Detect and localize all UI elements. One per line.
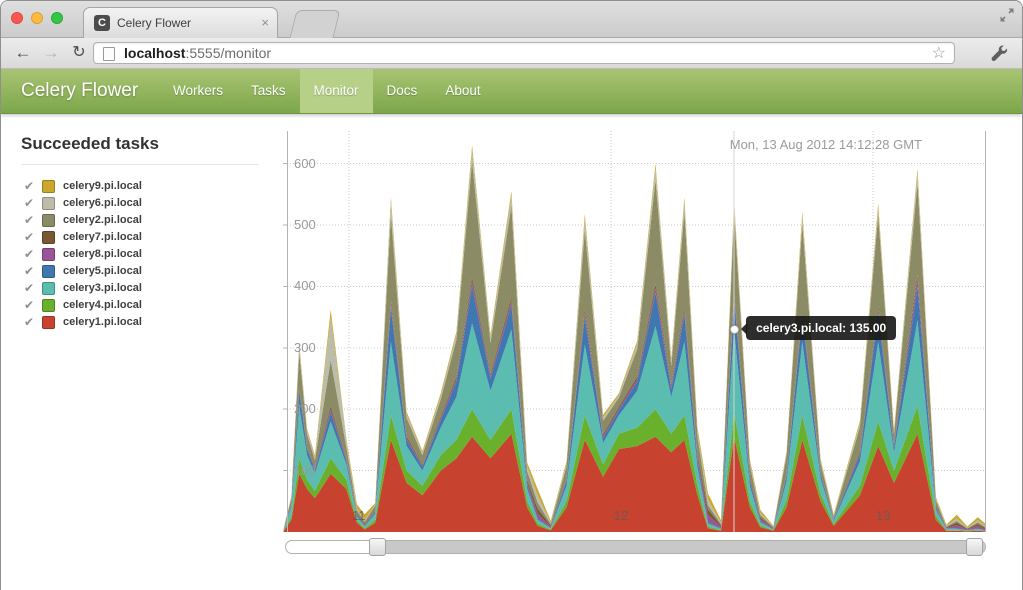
check-icon: ✔ [24,263,38,280]
legend-item[interactable]: ✔ celery1.pi.local [24,314,142,331]
url-text: localhost:5555/monitor [124,45,271,61]
browser-toolbar: ← → ↻ localhost:5555/monitor ☆ [1,38,1022,69]
url-host: localhost [124,45,185,61]
forward-button[interactable]: → [39,41,63,65]
y-axis-tick-label: 200 [294,401,316,416]
browser-tab[interactable]: C Celery Flower × [83,7,278,38]
back-button[interactable]: ← [11,41,35,65]
check-icon: ✔ [24,229,38,246]
nav-item-about[interactable]: About [431,69,494,113]
legend-label: celery8.pi.local [63,246,142,263]
slider-left-handle[interactable] [369,538,386,556]
check-icon: ✔ [24,212,38,229]
fullscreen-icon[interactable] [998,6,1016,24]
page-icon [103,47,115,61]
legend-color-swatch [42,214,55,227]
legend-label: celery7.pi.local [63,229,142,246]
legend-item[interactable]: ✔ celery6.pi.local [24,195,142,212]
nav-item-tasks[interactable]: Tasks [237,69,300,113]
legend-label: celery3.pi.local [63,280,142,297]
nav-item-workers[interactable]: Workers [159,69,237,113]
legend-label: celery2.pi.local [63,212,142,229]
page-title: Succeeded tasks [21,134,159,154]
tab-strip: C Celery Flower × [1,1,1022,38]
y-axis-tick-label: 400 [294,278,316,293]
legend-label: celery5.pi.local [63,263,142,280]
legend-item[interactable]: ✔ celery5.pi.local [24,263,142,280]
check-icon: ✔ [24,314,38,331]
favicon: C [94,15,110,31]
wrench-menu-icon[interactable] [990,44,1008,62]
heading-divider [21,164,259,165]
legend-item[interactable]: ✔ celery4.pi.local [24,297,142,314]
legend-item[interactable]: ✔ celery8.pi.local [24,246,142,263]
legend-item[interactable]: ✔ celery3.pi.local [24,280,142,297]
legend-color-swatch [42,197,55,210]
legend-color-swatch [42,180,55,193]
legend-color-swatch [42,299,55,312]
legend-label: celery1.pi.local [63,314,142,331]
chart-tooltip: celery3.pi.local: 135.00 [746,316,896,340]
legend-item[interactable]: ✔ celery2.pi.local [24,212,142,229]
bookmark-star-icon[interactable]: ☆ [932,43,946,64]
brand-title[interactable]: Celery Flower [21,69,138,113]
time-range-slider[interactable] [285,540,986,554]
y-axis-tick-label: 300 [294,340,316,355]
app-navbar: Celery Flower WorkersTasksMonitorDocsAbo… [1,69,1022,114]
legend-color-swatch [42,248,55,261]
x-axis-tick-label: 11 [352,508,366,523]
tooltip-text: celery3.pi.local: 135.00 [756,321,886,335]
check-icon: ✔ [24,297,38,314]
check-icon: ✔ [24,178,38,195]
legend-label: celery9.pi.local [63,178,142,195]
navbar-menu: WorkersTasksMonitorDocsAbout [159,69,495,113]
tab-close-icon[interactable]: × [261,15,269,31]
window-minimize-button[interactable] [31,12,43,24]
legend-color-swatch [42,231,55,244]
legend-label: celery4.pi.local [63,297,142,314]
legend-color-swatch [42,282,55,295]
browser-window: C Celery Flower × ← → ↻ localhost:5555/m… [0,0,1023,590]
nav-item-docs[interactable]: Docs [373,69,432,113]
reload-button[interactable]: ↻ [67,41,91,65]
y-axis-tick-label: 500 [294,217,316,232]
legend-label: celery6.pi.local [63,195,142,212]
nav-item-monitor[interactable]: Monitor [300,69,373,113]
new-tab-button[interactable] [290,10,341,38]
legend-item[interactable]: ✔ celery9.pi.local [24,178,142,195]
check-icon: ✔ [24,246,38,263]
y-axis-tick-label: 100 [294,463,316,478]
slider-right-handle[interactable] [966,538,983,556]
legend-item[interactable]: ✔ celery7.pi.local [24,229,142,246]
check-icon: ✔ [24,280,38,297]
x-axis-tick-label: 12 [614,508,628,523]
legend-color-swatch [42,265,55,278]
tooltip-arrow-icon [735,323,747,335]
y-axis-tick-label: 600 [294,156,316,171]
check-icon: ✔ [24,195,38,212]
window-close-button[interactable] [11,12,23,24]
legend-color-swatch [42,316,55,329]
url-path: :5555/monitor [185,45,271,61]
window-zoom-button[interactable] [51,12,63,24]
slider-selected-range[interactable] [377,541,985,553]
tab-title: Celery Flower [117,16,191,30]
worker-legend: ✔ celery9.pi.local ✔ celery6.pi.local ✔ celer… [24,178,142,331]
x-axis-tick-label: 13 [876,508,890,523]
chart-timestamp: Mon, 13 Aug 2012 14:12:28 GMT [730,137,922,152]
address-bar[interactable]: localhost:5555/monitor ☆ [93,42,955,64]
